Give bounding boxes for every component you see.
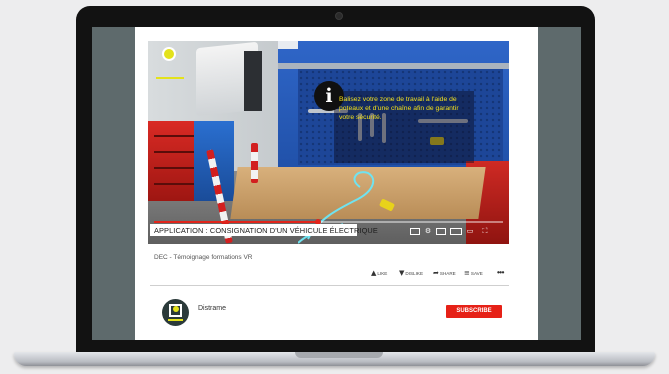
like-label: LIKE	[377, 271, 388, 276]
video-page: i Balisez votre zone de travail à l'aide…	[135, 27, 538, 340]
settings-icon[interactable]: ⚙	[423, 227, 433, 236]
save-label: SAVE	[470, 271, 483, 276]
share-button[interactable]: ➦SHARE	[433, 268, 456, 278]
video-actions: ▲LIKE ▼DISLIKE ➦SHARE ≡SAVE •••	[371, 268, 511, 278]
fullscreen-icon[interactable]: ⛶	[480, 227, 490, 236]
progress-fill	[154, 221, 319, 223]
avatar-logo-bar	[168, 319, 183, 321]
video-title: APPLICATION : CONSIGNATION D'UN VÉHICULE…	[154, 226, 378, 235]
scene-barrier-pole	[251, 143, 258, 183]
logo-circle	[162, 47, 176, 61]
divider	[150, 285, 509, 286]
laptop-camera	[335, 12, 343, 20]
like-button[interactable]: ▲LIKE	[371, 268, 387, 278]
cast-icon[interactable]: ▭	[465, 227, 475, 236]
info-overlay: i Balisez votre zone de travail à l'aide…	[314, 81, 474, 165]
subtitles-icon[interactable]	[410, 228, 420, 235]
dislike-button[interactable]: ▼DISLIKE	[399, 268, 423, 278]
thumbs-down-icon: ▼	[399, 269, 405, 277]
distrame-logo	[156, 47, 184, 79]
scene-charging-station	[244, 51, 262, 111]
laptop-notch	[295, 352, 383, 358]
video-player[interactable]: i Balisez votre zone de travail à l'aide…	[148, 41, 509, 244]
logo-bar	[156, 77, 184, 79]
subscribe-button[interactable]: SUBSCRIBE	[446, 305, 502, 318]
avatar[interactable]	[162, 299, 189, 326]
info-text: Balisez votre zone de travail à l'aide d…	[339, 96, 459, 121]
avatar-logo-dot	[173, 306, 179, 312]
laptop-screen: i Balisez votre zone de travail à l'aide…	[92, 27, 581, 340]
share-icon: ➦	[433, 269, 439, 277]
save-button[interactable]: ≡SAVE	[464, 268, 483, 278]
miniplayer-icon[interactable]	[436, 228, 446, 235]
dislike-label: DISLIKE	[405, 271, 424, 276]
playlist-add-icon: ≡	[464, 269, 470, 277]
more-button[interactable]: •••	[497, 268, 504, 278]
theater-icon[interactable]	[450, 228, 462, 235]
channel-name[interactable]: Distrame	[198, 305, 226, 312]
scene-brand-sign	[278, 41, 298, 49]
thumbs-up-icon: ▲	[371, 269, 377, 277]
progress-bar[interactable]	[154, 219, 503, 225]
share-label: SHARE	[439, 271, 456, 276]
channel-description: DEC - Témoignage formations VR	[154, 254, 253, 261]
